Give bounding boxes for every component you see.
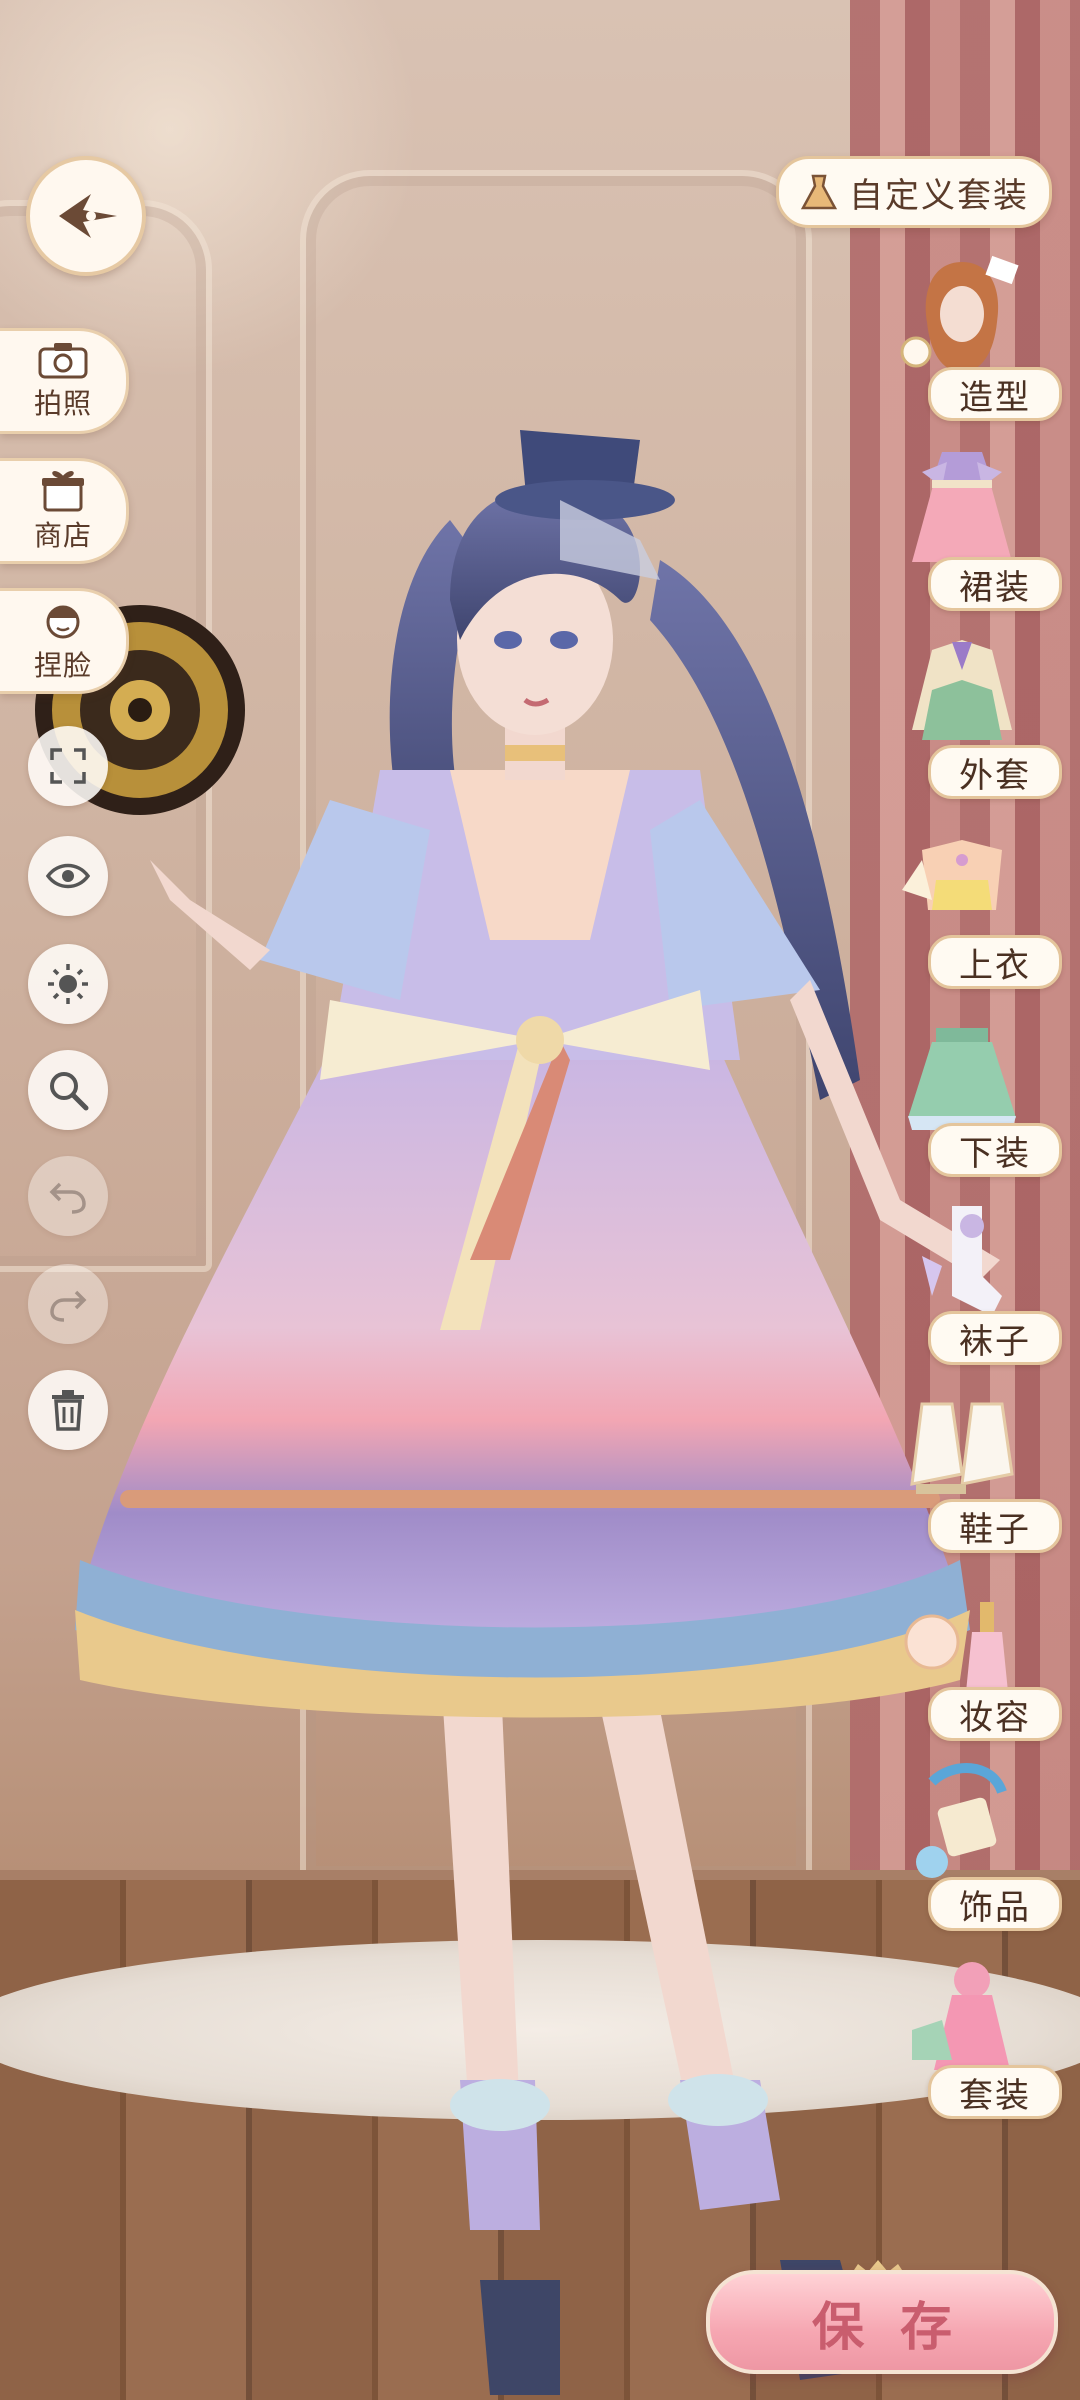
category-pill: 套装 bbox=[928, 2065, 1062, 2119]
custom-outfit-label: 自定义套装 bbox=[849, 175, 1029, 216]
fullscreen-icon bbox=[50, 748, 86, 784]
makeup-icon bbox=[904, 1602, 1008, 1692]
category-top[interactable]: 上衣 bbox=[887, 820, 1062, 995]
custom-outfit-button[interactable]: 自定义套装 bbox=[776, 156, 1052, 228]
face-edit-label: 捏脸 bbox=[33, 649, 92, 682]
wall-panel bbox=[300, 170, 812, 1882]
shop-label: 商店 bbox=[33, 519, 92, 552]
category-label: 饰品 bbox=[959, 1887, 1031, 1928]
coat-icon bbox=[912, 640, 1012, 740]
category-pill: 妆容 bbox=[928, 1687, 1062, 1741]
category-hairstyle[interactable]: 造型 bbox=[887, 252, 1062, 427]
face-icon bbox=[46, 605, 80, 639]
photo-button[interactable]: 拍照 bbox=[0, 328, 129, 434]
category-label: 外套 bbox=[959, 755, 1031, 796]
outfit-set-icon bbox=[912, 1962, 1010, 2070]
fullscreen-button[interactable] bbox=[28, 726, 108, 806]
save-button[interactable]: 保存 bbox=[706, 2270, 1058, 2374]
category-dress[interactable]: 裙装 bbox=[887, 442, 1062, 617]
category-pill: 造型 bbox=[928, 367, 1062, 421]
category-label: 裙装 bbox=[959, 567, 1031, 608]
skirt-icon bbox=[908, 1028, 1016, 1130]
category-outfit-set[interactable]: 套装 bbox=[887, 1950, 1062, 2125]
undo-icon bbox=[49, 1182, 86, 1214]
delete-button[interactable] bbox=[28, 1370, 108, 1450]
category-pill: 上衣 bbox=[928, 935, 1062, 989]
redo-button[interactable] bbox=[28, 1264, 108, 1344]
category-label: 妆容 bbox=[959, 1697, 1031, 1738]
category-label: 套装 bbox=[959, 2075, 1031, 2116]
back-button[interactable] bbox=[26, 156, 146, 276]
category-pill: 袜子 bbox=[928, 1311, 1062, 1365]
category-shoes[interactable]: 鞋子 bbox=[887, 1384, 1062, 1559]
category-label: 上衣 bbox=[959, 945, 1031, 986]
dress-icon bbox=[800, 174, 838, 210]
camera-icon bbox=[38, 343, 88, 379]
category-bottom[interactable]: 下装 bbox=[887, 1008, 1062, 1183]
zoom-button[interactable] bbox=[28, 1050, 108, 1130]
lighting-button[interactable] bbox=[28, 944, 108, 1024]
category-accessory[interactable]: 饰品 bbox=[887, 1762, 1062, 1937]
dress-icon bbox=[912, 452, 1012, 562]
redo-icon bbox=[50, 1290, 87, 1322]
category-pill: 饰品 bbox=[928, 1877, 1062, 1931]
eye-icon bbox=[46, 863, 90, 889]
sun-icon bbox=[48, 964, 88, 1004]
back-arrow-icon bbox=[59, 194, 117, 238]
category-pill: 裙装 bbox=[928, 557, 1062, 611]
socks-icon bbox=[922, 1206, 1002, 1316]
category-socks[interactable]: 袜子 bbox=[887, 1196, 1062, 1371]
category-pill: 下装 bbox=[928, 1123, 1062, 1177]
gift-shop-icon bbox=[42, 471, 84, 512]
save-label: 保存 bbox=[811, 2296, 988, 2358]
accessory-icon bbox=[916, 1763, 1007, 1878]
category-label: 下装 bbox=[959, 1133, 1031, 1174]
category-pill: 鞋子 bbox=[928, 1499, 1062, 1553]
category-label: 造型 bbox=[959, 377, 1031, 418]
shoes-icon bbox=[910, 1402, 1014, 1494]
shop-button[interactable]: 商店 bbox=[0, 458, 129, 564]
face-edit-button[interactable]: 捏脸 bbox=[0, 588, 129, 694]
undo-button[interactable] bbox=[28, 1156, 108, 1236]
photo-label: 拍照 bbox=[33, 387, 92, 420]
top-icon bbox=[902, 840, 1002, 910]
category-label: 袜子 bbox=[959, 1321, 1031, 1362]
trash-icon bbox=[52, 1390, 84, 1431]
magnifier-icon bbox=[50, 1072, 89, 1111]
category-pill: 外套 bbox=[928, 745, 1062, 799]
category-label: 鞋子 bbox=[959, 1509, 1031, 1550]
category-makeup[interactable]: 妆容 bbox=[887, 1572, 1062, 1747]
hide-ui-button[interactable] bbox=[28, 836, 108, 916]
hairstyle-icon bbox=[900, 255, 1019, 372]
category-coat[interactable]: 外套 bbox=[887, 630, 1062, 805]
